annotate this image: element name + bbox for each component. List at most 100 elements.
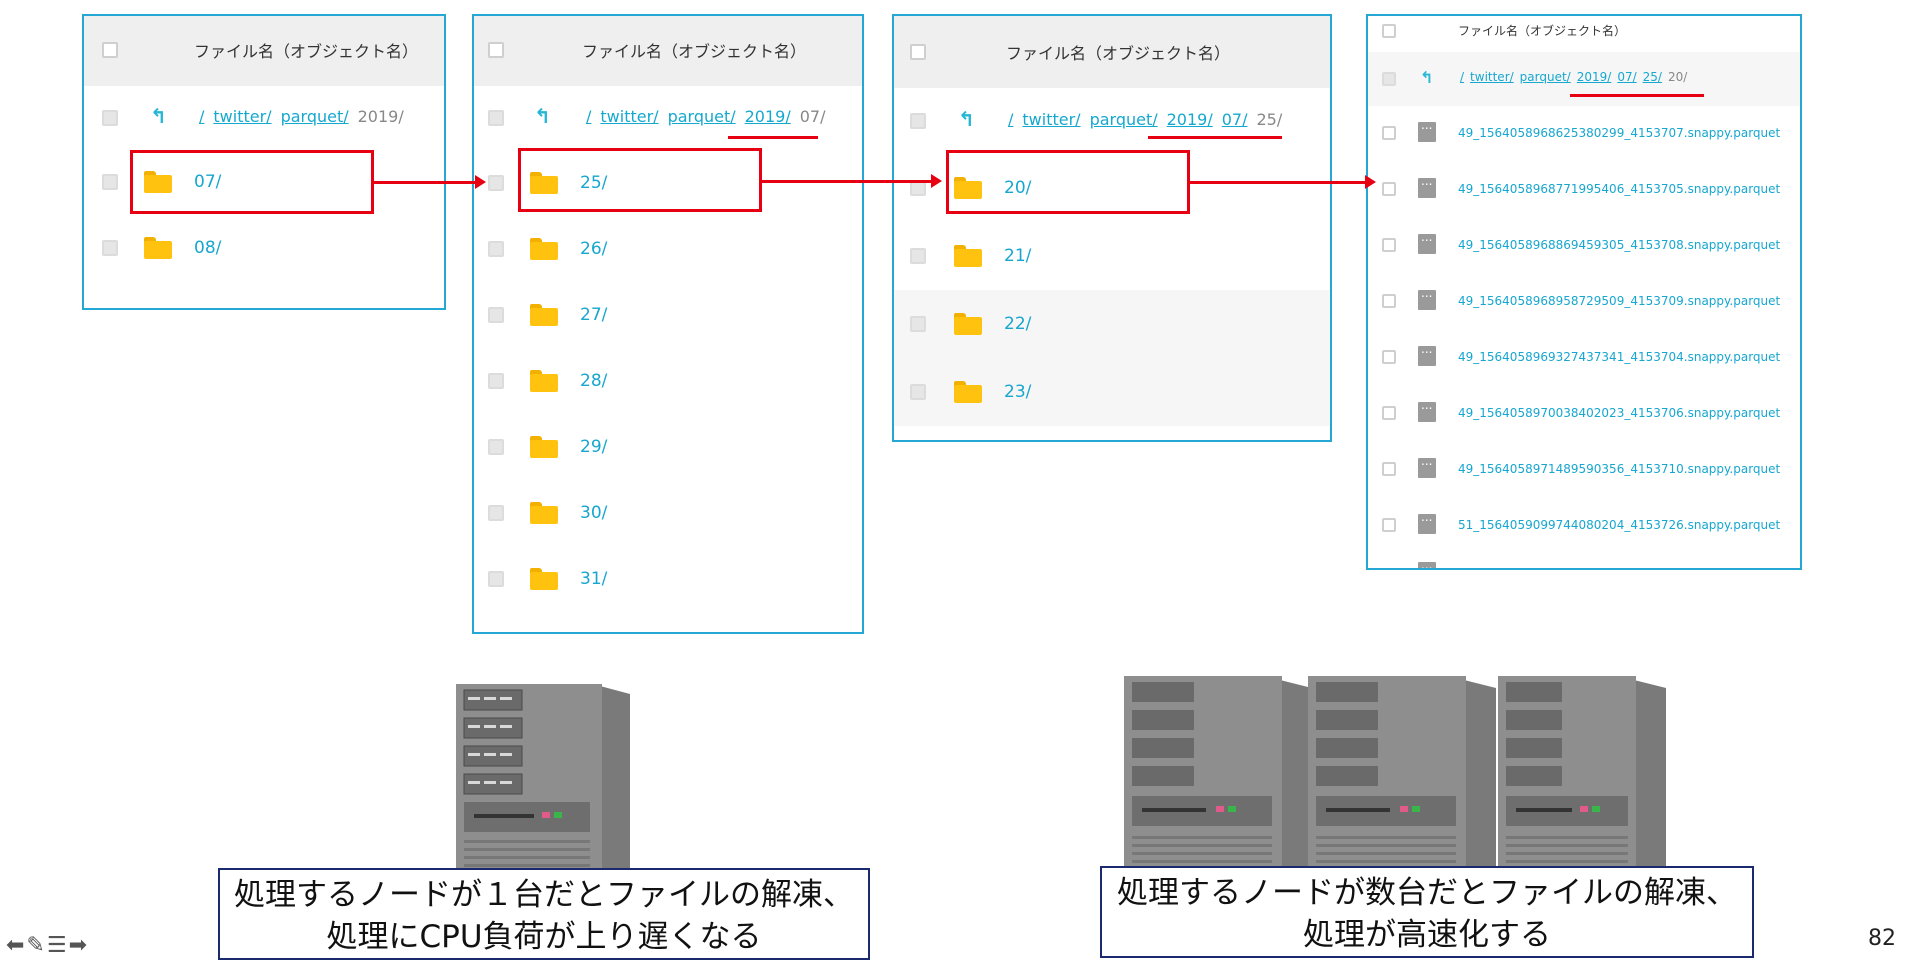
row-checkbox[interactable]: [488, 175, 504, 191]
folder-name[interactable]: 30/: [580, 503, 607, 523]
row-checkbox[interactable]: [910, 384, 926, 400]
select-all-checkbox[interactable]: [488, 42, 504, 58]
list-item[interactable]: 21/: [894, 222, 1330, 290]
folder-icon: [954, 313, 982, 335]
file-icon: [1418, 454, 1436, 478]
list-item[interactable]: 51_1564059099744080204_4153726.snappy.pa…: [1368, 498, 1800, 554]
row-checkbox[interactable]: [102, 174, 118, 190]
list-item[interactable]: 49_1564058968958729509_4153709.snappy.pa…: [1368, 274, 1800, 330]
row-checkbox[interactable]: [488, 571, 504, 587]
folder-name[interactable]: 27/: [580, 305, 607, 325]
breadcrumb-link-twitter[interactable]: twitter/: [1470, 70, 1514, 84]
row-checkbox[interactable]: [1382, 238, 1396, 252]
row-checkbox[interactable]: [910, 248, 926, 264]
row-checkbox[interactable]: [1382, 350, 1396, 364]
breadcrumb: / twitter/parquet/2019/07/25/: [1008, 110, 1282, 129]
back-arrow-icon[interactable]: ↰: [150, 106, 167, 126]
list-item[interactable]: 49_1564058968869459305_4153708.snappy.pa…: [1368, 218, 1800, 274]
file-name[interactable]: 49_1564058968771995406_4153705.snappy.pa…: [1458, 182, 1780, 196]
row-checkbox[interactable]: [1382, 462, 1396, 476]
breadcrumb-link-root[interactable]: /: [1460, 70, 1464, 84]
row-checkbox[interactable]: [488, 505, 504, 521]
select-all-checkbox[interactable]: [910, 44, 926, 60]
file-icon: [1418, 510, 1436, 534]
list-item[interactable]: 49_1564058971489590356_4153710.snappy.pa…: [1368, 442, 1800, 498]
breadcrumb-link-root[interactable]: /: [1008, 110, 1013, 129]
back-arrow-icon[interactable]: ↰: [958, 109, 975, 129]
row-checkbox[interactable]: [488, 241, 504, 257]
folder-name[interactable]: 28/: [580, 371, 607, 391]
breadcrumb-link-twitter[interactable]: twitter/: [213, 107, 271, 126]
breadcrumb-link-twitter[interactable]: twitter/: [1022, 110, 1080, 129]
breadcrumb-link-twitter[interactable]: twitter/: [600, 107, 658, 126]
breadcrumb-row: ↰ / twitter/parquet/2019/: [84, 86, 444, 150]
list-item[interactable]: 49_1564058969327437341_4153704.snappy.pa…: [1368, 330, 1800, 386]
breadcrumb-link-root[interactable]: /: [199, 107, 204, 126]
row-checkbox[interactable]: [1382, 406, 1396, 420]
folder-name[interactable]: 29/: [580, 437, 607, 457]
server-single-icon: [456, 684, 630, 875]
breadcrumb-link-parquet[interactable]: parquet/: [281, 107, 349, 126]
list-item[interactable]: 23/: [894, 358, 1330, 426]
breadcrumb-link-25[interactable]: 25/: [1643, 70, 1662, 84]
breadcrumb-link-2019[interactable]: 2019/: [745, 107, 791, 126]
list-item[interactable]: 22/: [894, 290, 1330, 358]
caption-line-2: 処理が高速化する: [1303, 917, 1551, 953]
file-name[interactable]: 51_1564059099744080204_4153726.snappy.pa…: [1458, 518, 1780, 532]
list-item[interactable]: 49_1564058968771995406_4153705.snappy.pa…: [1368, 162, 1800, 218]
folder-name[interactable]: 08/: [194, 238, 221, 258]
select-all-checkbox[interactable]: [102, 42, 118, 58]
breadcrumb-link-root[interactable]: /: [586, 107, 591, 126]
breadcrumb-link-2019[interactable]: 2019/: [1167, 110, 1213, 129]
breadcrumb-link-07[interactable]: 07/: [1222, 110, 1248, 129]
folder-name[interactable]: 23/: [1004, 382, 1031, 402]
breadcrumb-link-parquet[interactable]: parquet/: [1090, 110, 1158, 129]
row-checkbox[interactable]: [488, 439, 504, 455]
row-checkbox[interactable]: [1382, 182, 1396, 196]
file-name[interactable]: 49_1564058970038402023_4153706.snappy.pa…: [1458, 406, 1780, 420]
caption-multi-node: 処理するノードが数台だとファイルの解凍、 処理が高速化する: [1100, 866, 1754, 958]
list-item[interactable]: 49_1564058968625380299_4153707.snappy.pa…: [1368, 106, 1800, 162]
breadcrumb-current: 07/: [799, 107, 826, 126]
folder-name[interactable]: 31/: [580, 569, 607, 589]
row-checkbox[interactable]: [1382, 72, 1396, 86]
row-checkbox[interactable]: [488, 307, 504, 323]
list-item[interactable]: 49_1564058970038402023_4153706.snappy.pa…: [1368, 386, 1800, 442]
breadcrumb-link-parquet[interactable]: parquet/: [668, 107, 736, 126]
breadcrumb-link-07[interactable]: 07/: [1617, 70, 1636, 84]
slide-nav-icons[interactable]: ⬅✎☰➡: [6, 933, 89, 958]
row-checkbox[interactable]: [1382, 518, 1396, 532]
file-name[interactable]: 49_1564058968869459305_4153708.snappy.pa…: [1458, 238, 1780, 252]
file-name[interactable]: 49_1564058969327437341_4153704.snappy.pa…: [1458, 350, 1780, 364]
row-checkbox[interactable]: [488, 110, 504, 126]
breadcrumb: / twitter/parquet/2019/07/: [586, 107, 825, 126]
folder-name[interactable]: 21/: [1004, 246, 1031, 266]
back-arrow-icon[interactable]: ↰: [1420, 68, 1433, 88]
back-arrow-icon[interactable]: ↰: [534, 106, 551, 126]
folder-name[interactable]: 22/: [1004, 314, 1031, 334]
file-name[interactable]: 49_1564058971489590356_4153710.snappy.pa…: [1458, 462, 1780, 476]
list-item[interactable]: 27/: [474, 282, 862, 348]
list-item[interactable]: 26/: [474, 216, 862, 282]
file-name[interactable]: 49_1564058968958729509_4153709.snappy.pa…: [1458, 294, 1780, 308]
row-checkbox[interactable]: [102, 240, 118, 256]
folder-name[interactable]: 26/: [580, 239, 607, 259]
select-all-checkbox[interactable]: [1382, 24, 1396, 38]
row-checkbox[interactable]: [1382, 126, 1396, 140]
list-item[interactable]: 31/: [474, 546, 862, 612]
highlight-box-20: [946, 150, 1190, 214]
row-checkbox[interactable]: [102, 110, 118, 126]
row-checkbox[interactable]: [488, 373, 504, 389]
list-item[interactable]: 29/: [474, 414, 862, 480]
row-checkbox[interactable]: [910, 316, 926, 332]
breadcrumb: / twitter/parquet/2019/07/25/20/: [1460, 70, 1687, 84]
row-checkbox[interactable]: [1382, 294, 1396, 308]
list-item[interactable]: 30/: [474, 480, 862, 546]
file-name[interactable]: 49_1564058968625380299_4153707.snappy.pa…: [1458, 126, 1780, 140]
list-item[interactable]: 28/: [474, 348, 862, 414]
underline-highlight-panel4: [1570, 94, 1704, 97]
row-checkbox[interactable]: [910, 113, 926, 129]
list-item[interactable]: 08/: [84, 216, 444, 280]
breadcrumb-link-parquet[interactable]: parquet/: [1520, 70, 1571, 84]
breadcrumb-link-2019[interactable]: 2019/: [1577, 70, 1612, 84]
